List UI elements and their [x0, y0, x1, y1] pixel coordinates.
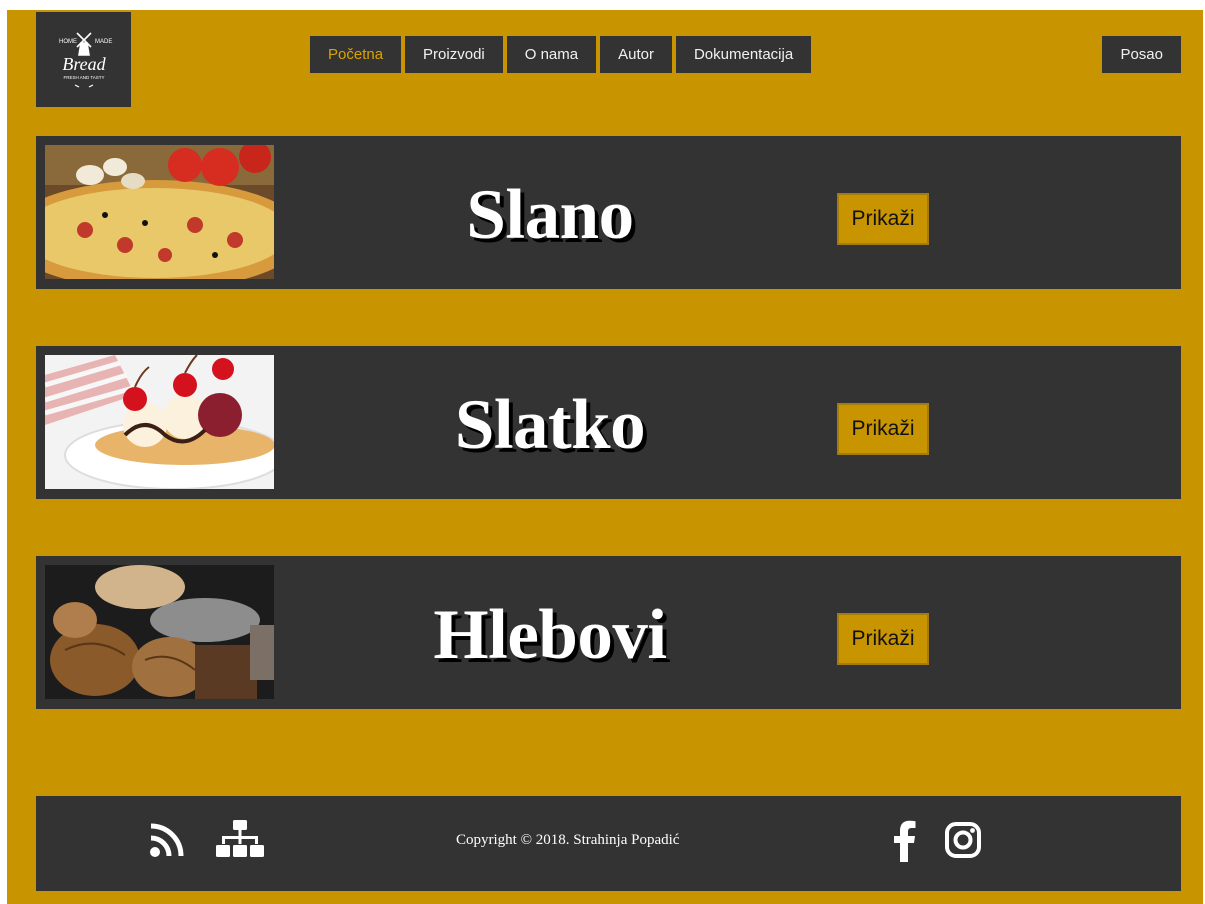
- ice-cream-image: [45, 355, 274, 489]
- category-title-slano: Slano: [466, 176, 634, 254]
- svg-text:HOME: HOME: [59, 39, 77, 45]
- category-slano: Slano Prikaži: [36, 136, 1181, 289]
- copyright-text: Copyright © 2018. Strahinja Popadić: [456, 832, 680, 848]
- main-nav: Početna Proizvodi O nama Autor Dokumenta…: [310, 36, 812, 73]
- category-title-slatko: Slatko: [454, 386, 646, 464]
- facebook-icon[interactable]: [892, 820, 916, 862]
- nav-item-autor[interactable]: Autor: [600, 36, 672, 73]
- footer: Copyright © 2018. Strahinja Popadić: [36, 796, 1181, 891]
- svg-text:FRESH AND TASTY: FRESH AND TASTY: [63, 75, 104, 80]
- pizza-image: [45, 145, 274, 279]
- show-hlebovi-button[interactable]: Prikaži: [837, 613, 929, 665]
- nav-item-pocetna[interactable]: Početna: [310, 36, 402, 73]
- page: HOME MADE Bread FRESH AND TASTY Početna …: [7, 10, 1203, 904]
- sitemap-icon[interactable]: [216, 820, 264, 860]
- bread-logo[interactable]: HOME MADE Bread FRESH AND TASTY: [36, 12, 131, 107]
- category-title-hlebovi: Hlebovi: [433, 596, 667, 674]
- category-slatko: Slatko Prikaži: [36, 346, 1181, 499]
- rss-icon[interactable]: [149, 822, 185, 858]
- svg-text:Bread: Bread: [62, 54, 106, 74]
- nav-item-o-nama[interactable]: O nama: [506, 36, 597, 73]
- bread-logo-graphic: HOME MADE Bread FRESH AND TASTY: [59, 31, 112, 88]
- instagram-icon[interactable]: [944, 821, 982, 859]
- show-slatko-button[interactable]: Prikaži: [837, 403, 929, 455]
- nav-item-dokumentacija[interactable]: Dokumentacija: [675, 36, 812, 73]
- category-hlebovi: Hlebovi Prikaži: [36, 556, 1181, 709]
- nav-item-proizvodi[interactable]: Proizvodi: [405, 36, 503, 73]
- bread-image: [45, 565, 274, 699]
- show-slano-button[interactable]: Prikaži: [837, 193, 929, 245]
- svg-text:MADE: MADE: [95, 39, 112, 45]
- posao-button[interactable]: Posao: [1102, 36, 1181, 73]
